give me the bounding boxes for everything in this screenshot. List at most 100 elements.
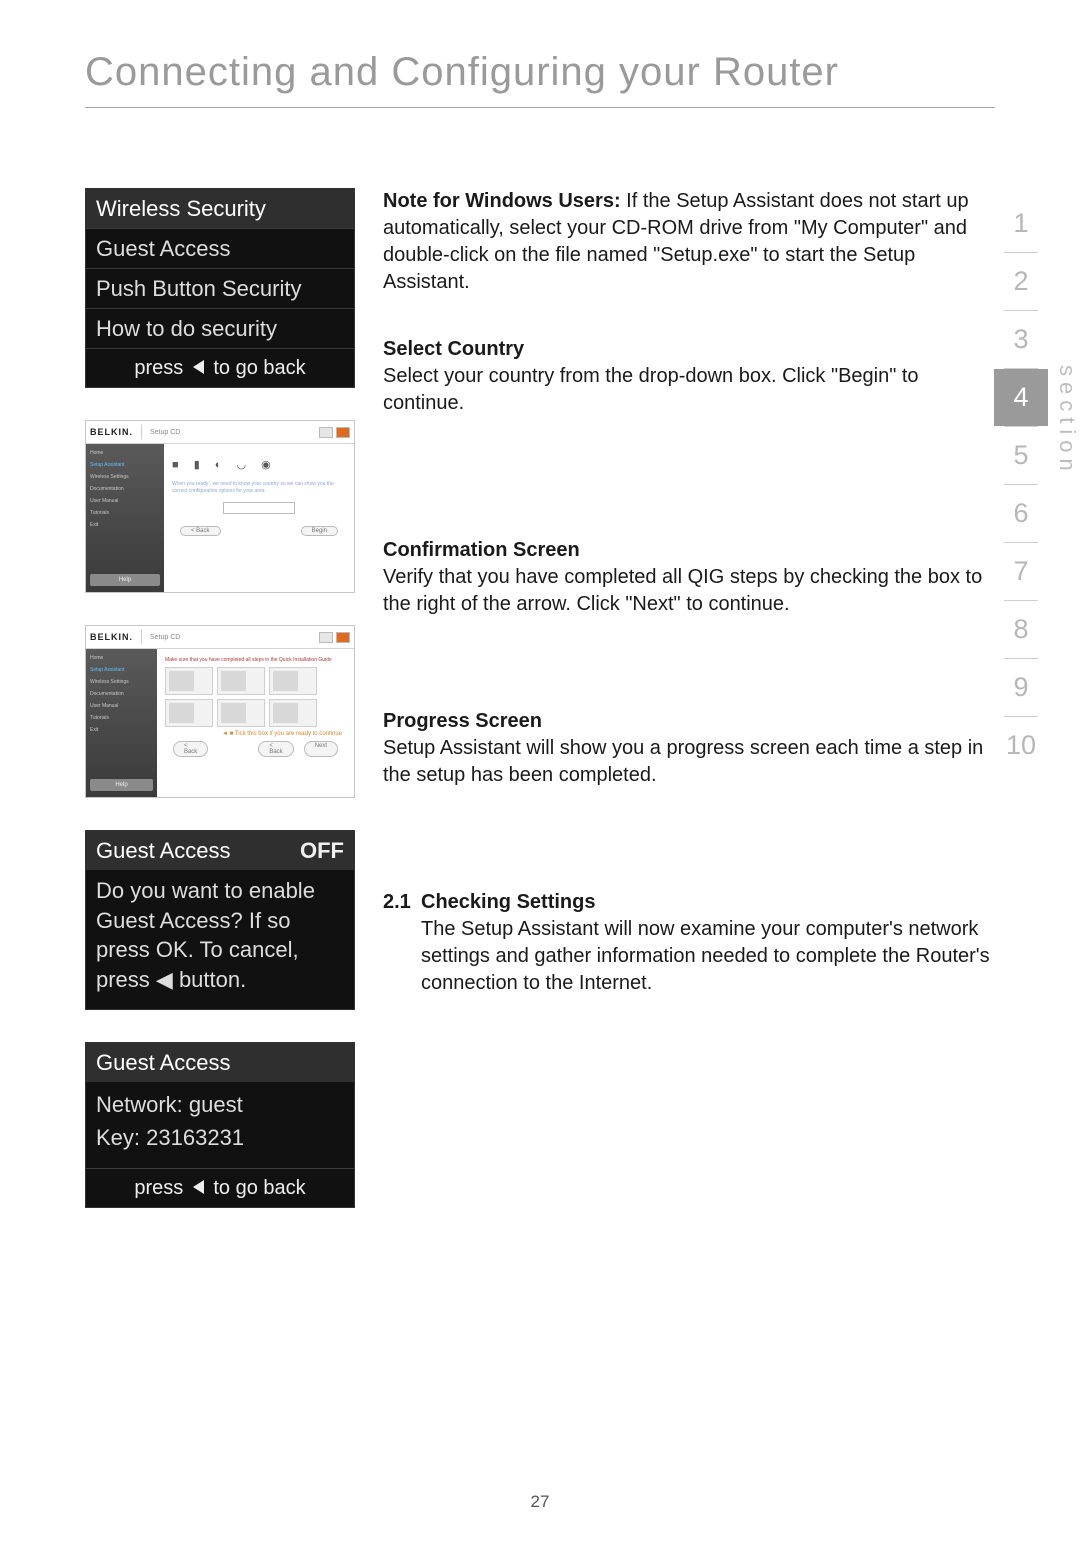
progress-block: Progress Screen Setup Assistant will sho… (383, 708, 995, 789)
help-button: Help (90, 779, 153, 791)
lcd-footer-post: to go back (213, 1177, 305, 1199)
select-country-heading: Select Country (383, 338, 524, 360)
title-underline (85, 107, 995, 108)
qig-steps-thumbnails (165, 667, 346, 727)
window-sidebar: Home Setup Assistant Wireless Settings D… (86, 444, 164, 592)
thumbnail-icon (217, 699, 265, 727)
progress-body: Setup Assistant will show you a progress… (383, 737, 983, 786)
window-sidebar: Home Setup Assistant Wireless Settings D… (86, 649, 157, 797)
lcd-title-row: Guest Access OFF (86, 831, 354, 870)
section-link-4-active[interactable]: 4 (994, 369, 1048, 426)
sidebar-item: Tutorials (90, 715, 153, 721)
lcd-footer-pre: press (134, 357, 183, 379)
lcd-menu-wireless-security: Wireless Security Guest Access Push Butt… (85, 188, 355, 388)
setup-cd-window-select-country: BELKIN. Setup CD Home Setup Assistant Wi… (85, 420, 355, 593)
lcd-row-push-button-security: Push Button Security (86, 268, 354, 308)
next-button: Next (304, 741, 338, 757)
sidebar-item: Setup Assistant (90, 667, 153, 673)
confirmation-red-text: Make sure that you have completed all st… (165, 657, 346, 663)
section-numbers: 1 2 3 4 5 6 7 8 9 10 (994, 195, 1048, 774)
sidebar-item: Documentation (90, 486, 160, 492)
network-value: guest (189, 1092, 243, 1117)
step-number: 2.1 (383, 889, 411, 916)
belkin-logo: BELKIN. (90, 427, 133, 437)
belkin-logo: BELKIN. (90, 632, 133, 642)
thumbnail-icon (165, 699, 213, 727)
close-icon (336, 427, 350, 438)
sidebar-item: User Manual (90, 703, 153, 709)
progress-heading: Progress Screen (383, 710, 542, 732)
close-icon (336, 632, 350, 643)
thumbnail-icon (165, 667, 213, 695)
lcd-guest-access-prompt: Guest Access OFF Do you want to enable G… (85, 830, 355, 1010)
note-windows-users: Note for Windows Users: If the Setup Ass… (383, 188, 995, 296)
setup-step-icons: ■ ▮ ◐ ◡ ◉ (172, 458, 346, 471)
begin-button: Begin (301, 526, 338, 536)
sidebar-item: Exit (90, 522, 160, 528)
lcd-footer-go-back: press to go back (86, 348, 354, 387)
country-dropdown (223, 502, 295, 514)
sidebar-item: Setup Assistant (90, 462, 160, 468)
sidebar-item: Wireless Settings (90, 474, 160, 480)
sidebar-item: Documentation (90, 691, 153, 697)
section-link-8[interactable]: 8 (994, 601, 1048, 658)
minimize-icon (319, 632, 333, 643)
thumbnail-icon (269, 699, 317, 727)
checking-settings-heading: Checking Settings (421, 891, 595, 913)
thumbnail-icon (269, 667, 317, 695)
section-link-2[interactable]: 2 (994, 253, 1048, 310)
lcd-network-line: Network: guest Key: 23163231 (86, 1082, 354, 1168)
lcd-footer-pre: press (134, 1177, 183, 1199)
minimize-icon (319, 427, 333, 438)
page-number: 27 (0, 1492, 1080, 1512)
sidebar-item: Home (90, 655, 153, 661)
window-hint-text: When you ready , we need to know your co… (172, 481, 346, 494)
window-titlebar: BELKIN. Setup CD (86, 626, 354, 649)
thumbnail-icon (217, 667, 265, 695)
window-subtitle: Setup CD (150, 429, 180, 436)
triangle-left-icon (193, 360, 204, 374)
back-button-2: < Back (258, 741, 293, 757)
setup-cd-window-confirmation: BELKIN. Setup CD Home Setup Assistant Wi… (85, 625, 355, 798)
network-label: Network: (96, 1092, 183, 1117)
confirmation-heading: Confirmation Screen (383, 539, 580, 561)
section-link-3[interactable]: 3 (994, 311, 1048, 368)
section-nav: 1 2 3 4 5 6 7 8 9 10 section (994, 195, 1080, 774)
lcd-row-guest-access: Guest Access (86, 228, 354, 268)
section-link-5[interactable]: 5 (994, 427, 1048, 484)
key-label: Key: (96, 1125, 140, 1150)
sidebar-item: Home (90, 450, 160, 456)
lcd-footer-post: to go back (213, 357, 305, 379)
confirmation-block: Confirmation Screen Verify that you have… (383, 537, 995, 618)
section-link-6[interactable]: 6 (994, 485, 1048, 542)
help-button: Help (90, 574, 160, 586)
back-button: < Back (180, 526, 221, 536)
section-link-7[interactable]: 7 (994, 543, 1048, 600)
checking-settings-block: 2.1 Checking Settings The Setup Assistan… (383, 889, 995, 997)
lcd-title-text: Guest Access (96, 838, 231, 863)
sidebar-item: Exit (90, 727, 153, 733)
section-link-10[interactable]: 10 (994, 717, 1048, 774)
guest-access-status-off: OFF (300, 834, 344, 867)
sidebar-item: Wireless Settings (90, 679, 153, 685)
note-bold: Note for Windows Users: (383, 190, 621, 212)
confirmation-body: Verify that you have completed all QIG s… (383, 566, 982, 615)
key-value: 23163231 (146, 1125, 244, 1150)
sidebar-item: User Manual (90, 498, 160, 504)
lcd-guest-access-info: Guest Access Network: guest Key: 2316323… (85, 1042, 355, 1208)
checking-settings-body: The Setup Assistant will now examine you… (421, 918, 990, 994)
window-subtitle: Setup CD (150, 634, 180, 641)
select-country-block: Select Country Select your country from … (383, 336, 995, 417)
section-link-1[interactable]: 1 (994, 195, 1048, 252)
lcd-footer-go-back: press to go back (86, 1168, 354, 1207)
section-label: section (1054, 365, 1080, 477)
sidebar-item: Tutorials (90, 510, 160, 516)
lcd-body-text: Do you want to enable Guest Access? If s… (86, 870, 354, 1009)
back-button: < Back (173, 741, 208, 757)
select-country-body: Select your country from the drop-down b… (383, 365, 919, 414)
triangle-left-icon (193, 1180, 204, 1194)
section-link-9[interactable]: 9 (994, 659, 1048, 716)
lcd-row-how-to-do-security: How to do security (86, 308, 354, 348)
lcd-row-wireless-security: Wireless Security (86, 189, 354, 228)
page-title: Connecting and Configuring your Router (85, 50, 995, 95)
